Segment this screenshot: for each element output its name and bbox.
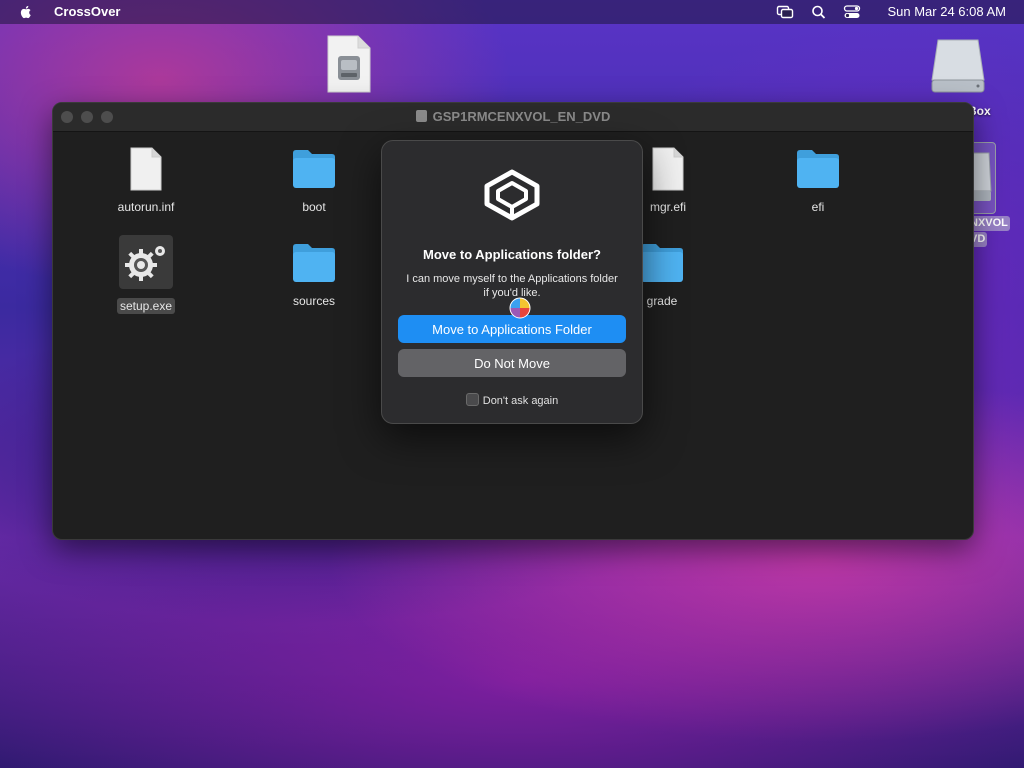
apple-logo-icon[interactable] xyxy=(18,4,34,20)
dialog-message: I can move myself to the Applications fo… xyxy=(406,273,618,299)
desktop-drive-icon[interactable] xyxy=(928,36,988,96)
menu-bar-clock[interactable]: Sun Mar 24 6:08 AM xyxy=(887,4,1006,19)
setup-gear-icon xyxy=(125,246,165,281)
app-name-menu[interactable]: CrossOver xyxy=(54,4,120,19)
window-title: GSP1RMCENXVOL_EN_DVD xyxy=(53,109,973,124)
document-icon xyxy=(130,147,162,191)
file-autorun-inf[interactable]: autorun.inf xyxy=(91,147,201,216)
dont-ask-again-row[interactable]: Don't ask again xyxy=(382,393,642,407)
control-center-icon[interactable] xyxy=(843,4,861,20)
folder-icon xyxy=(797,150,839,188)
dont-ask-again-label: Don't ask again xyxy=(482,395,559,407)
crossover-logo-icon xyxy=(484,169,540,221)
selected-icon-highlight xyxy=(119,235,173,289)
menu-bar: CrossOver Sun Mar 24 6:08 AM xyxy=(0,0,1024,24)
dont-ask-again-checkbox[interactable] xyxy=(465,393,479,406)
disc-image-icon xyxy=(415,110,427,122)
folder-efi[interactable]: efi xyxy=(763,147,873,216)
search-icon[interactable] xyxy=(810,4,828,20)
do-not-move-button[interactable]: Do Not Move xyxy=(398,349,626,377)
dialog-title: Move to Applications folder? xyxy=(423,247,601,262)
folder-boot[interactable]: boot xyxy=(259,147,369,216)
folder-icon xyxy=(293,150,335,188)
move-to-applications-button[interactable]: Move to Applications Folder xyxy=(398,315,626,343)
busy-cursor-icon xyxy=(509,297,531,319)
document-icon xyxy=(652,147,684,191)
folder-icon xyxy=(641,244,683,282)
move-to-applications-dialog: Move to Applications folder? I can move … xyxy=(381,140,643,424)
desktop-dmg-document-icon[interactable] xyxy=(326,34,372,94)
finder-titlebar[interactable]: GSP1RMCENXVOL_EN_DVD xyxy=(53,103,973,132)
folder-sources[interactable]: sources xyxy=(259,241,369,310)
desktop-dvd-label-line1: NXVOL xyxy=(968,216,1010,231)
folder-icon xyxy=(293,244,335,282)
screen-mirroring-icon[interactable] xyxy=(776,4,794,20)
file-setup-exe[interactable]: setup.exe xyxy=(91,235,201,315)
